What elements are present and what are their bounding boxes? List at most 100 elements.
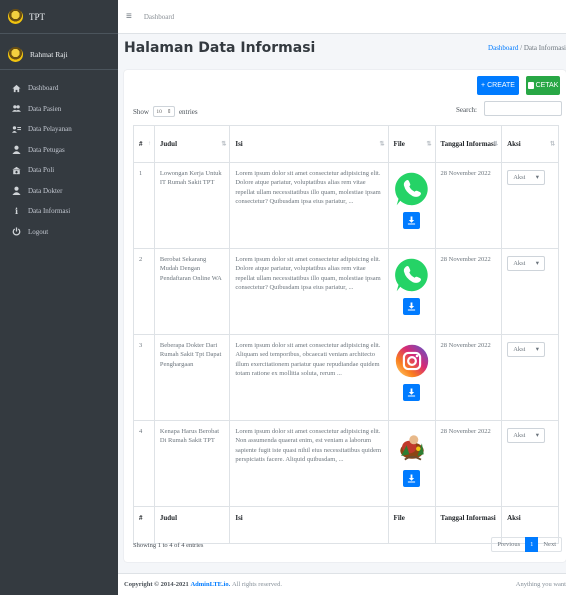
user-card-icon [12, 125, 21, 134]
breadcrumb-separator: / [520, 44, 523, 52]
column-header-judul[interactable]: Judul ⇅ [153, 125, 231, 163]
clinic-icon [12, 166, 21, 175]
sidebar-item-label: Logout [28, 227, 49, 236]
table-row: 3 Beberapa Dokter Dari Rumah Sakit Tpt D… [133, 334, 559, 421]
download-button[interactable] [403, 212, 421, 229]
sidebar-item-data-petugas[interactable]: Data Petugas [0, 140, 118, 161]
cetak-button[interactable]: CETAK [526, 76, 560, 95]
sidebar-item-data-pelayanan[interactable]: Data Pelayanan [0, 119, 118, 140]
aksi-dropdown[interactable]: Aksi ▾ [507, 428, 546, 443]
cell-file [387, 162, 436, 249]
cell-aksi: Aksi ▾ [501, 420, 559, 507]
column-header-file[interactable]: File ⇅ [387, 125, 436, 163]
caret-down-icon: ▾ [535, 431, 539, 439]
aksi-dropdown[interactable]: Aksi ▾ [507, 256, 546, 271]
footer-right-text: Anything you want [515, 581, 566, 588]
menu-toggle-icon[interactable]: ≡ [126, 11, 132, 22]
download-icon [407, 216, 416, 225]
cell-aksi: Aksi ▾ [501, 334, 559, 421]
pagination-previous[interactable]: Previous [492, 537, 525, 552]
cell-tanggal: 28 November 2022 [434, 162, 503, 249]
cell-tanggal: 28 November 2022 [434, 420, 503, 507]
sort-icon: ↑ [147, 141, 151, 147]
sort-icon: ⇅ [379, 141, 385, 148]
sidebar-item-dashboard[interactable]: Dashboard [0, 78, 118, 99]
sort-icon: ⇅ [426, 141, 432, 148]
show-entries-control: Show 10 ⇕ entries [133, 106, 198, 117]
column-header-aksi[interactable]: Aksi ⇅ [501, 125, 559, 163]
download-button[interactable] [403, 470, 421, 487]
entries-select-value: 10 [156, 108, 162, 115]
sidebar-nav: Dashboard Data Pasien Data Pelayanan Dat… [0, 78, 118, 242]
top-navbar: ≡ Dashboard [118, 0, 566, 34]
doctor-icon [12, 186, 21, 196]
brand-link[interactable]: TPT [0, 0, 118, 34]
sidebar-item-data-informasi[interactable]: i Data Informasi [0, 201, 118, 222]
footer-copyright: Copyright © 2014-2021 [124, 581, 189, 588]
cell-aksi: Aksi ▾ [501, 162, 559, 249]
user-panel[interactable]: Rahmat Raji [0, 40, 118, 70]
sidebar-item-data-poli[interactable]: Data Poli [0, 160, 118, 181]
footer-header-file: File [387, 506, 436, 544]
instagram-logo-icon [395, 344, 428, 378]
cell-file [387, 420, 436, 507]
main-footer: Copyright © 2014-2021 AdminLTE.io. All r… [118, 573, 566, 595]
caret-down-icon: ▾ [535, 345, 539, 353]
cell-judul: Beberapa Dokter Dari Rumah Sakit Tpt Dap… [153, 334, 231, 421]
data-informasi-card: + CREATE CETAK Show 10 ⇕ entries Search:… [124, 70, 566, 562]
column-header-tanggal[interactable]: Tanggal Informasi ⇅ [434, 125, 503, 163]
table-header-row: # ↑ Judul ⇅ Isi ⇅ File ⇅ Tanggal Informasi ⇅ … [133, 125, 559, 163]
brand-logo [8, 9, 23, 24]
sidebar-item-data-dokter[interactable]: Data Dokter [0, 181, 118, 202]
cell-judul: Berobat Sekarang Mudah Dengan Pendaftara… [153, 248, 231, 335]
select-arrows-icon: ⇕ [166, 108, 172, 115]
sort-icon: ⇅ [221, 141, 227, 148]
download-icon [407, 388, 416, 397]
sort-icon: ⇅ [493, 141, 499, 148]
cell-no: 1 [133, 162, 155, 249]
sidebar-item-logout[interactable]: Logout [0, 222, 118, 243]
sidebar-item-label: Data Dokter [28, 186, 63, 195]
pagination-next[interactable]: Next [538, 537, 561, 552]
sidebar-item-data-pasien[interactable]: Data Pasien [0, 99, 118, 120]
cell-isi: Lorem ipsum dolor sit amet consectetur a… [229, 334, 389, 421]
aksi-dropdown[interactable]: Aksi ▾ [507, 170, 546, 185]
column-header-no[interactable]: # ↑ [133, 125, 155, 163]
brand-text: TPT [29, 11, 46, 22]
caret-down-icon: ▾ [535, 173, 539, 181]
footer-header-no: # [133, 506, 155, 544]
aksi-dropdown[interactable]: Aksi ▾ [507, 342, 546, 357]
sidebar-item-label: Data Pelayanan [28, 125, 72, 134]
top-nav-dashboard-link[interactable]: Dashboard [144, 13, 174, 21]
pagination: Previous 1 Next [491, 537, 562, 552]
sidebar-item-label: Data Informasi [28, 207, 71, 216]
avatar [8, 47, 23, 62]
cell-no: 3 [133, 334, 155, 421]
search-input[interactable] [484, 101, 562, 116]
cell-tanggal: 28 November 2022 [434, 334, 503, 421]
cell-no: 4 [133, 420, 155, 507]
data-table: # ↑ Judul ⇅ Isi ⇅ File ⇅ Tanggal Informasi ⇅ … [133, 125, 559, 544]
pagination-page-1[interactable]: 1 [525, 537, 539, 552]
cell-aksi: Aksi ▾ [501, 248, 559, 335]
info-icon: i [14, 206, 19, 217]
footer-brand-link[interactable]: AdminLTE.io. [190, 581, 230, 588]
cell-tanggal: 28 November 2022 [434, 248, 503, 335]
cell-isi: Lorem ipsum dolor sit amet consectetur a… [229, 162, 389, 249]
caret-down-icon: ▾ [535, 259, 539, 267]
home-icon [12, 84, 21, 93]
entries-select[interactable]: 10 ⇕ [152, 106, 175, 117]
create-button[interactable]: + CREATE [477, 76, 519, 95]
cell-judul: Lowongan Kerja Untuk IT Rumah Sakit TPT [153, 162, 231, 249]
download-button[interactable] [403, 384, 421, 401]
download-button[interactable] [403, 298, 421, 315]
footer-rights: All rights reserved. [231, 581, 282, 588]
table-row: 2 Berobat Sekarang Mudah Dengan Pendafta… [133, 248, 559, 335]
page-title: Halaman Data Informasi [124, 40, 316, 56]
sidebar-item-label: Dashboard [28, 84, 59, 93]
breadcrumb-home[interactable]: Dashboard [488, 44, 518, 52]
breadcrumb: Dashboard / Data Informasi [488, 44, 566, 52]
cell-file [387, 334, 436, 421]
column-header-isi[interactable]: Isi ⇅ [229, 125, 389, 163]
sort-icon: ⇅ [549, 141, 555, 148]
